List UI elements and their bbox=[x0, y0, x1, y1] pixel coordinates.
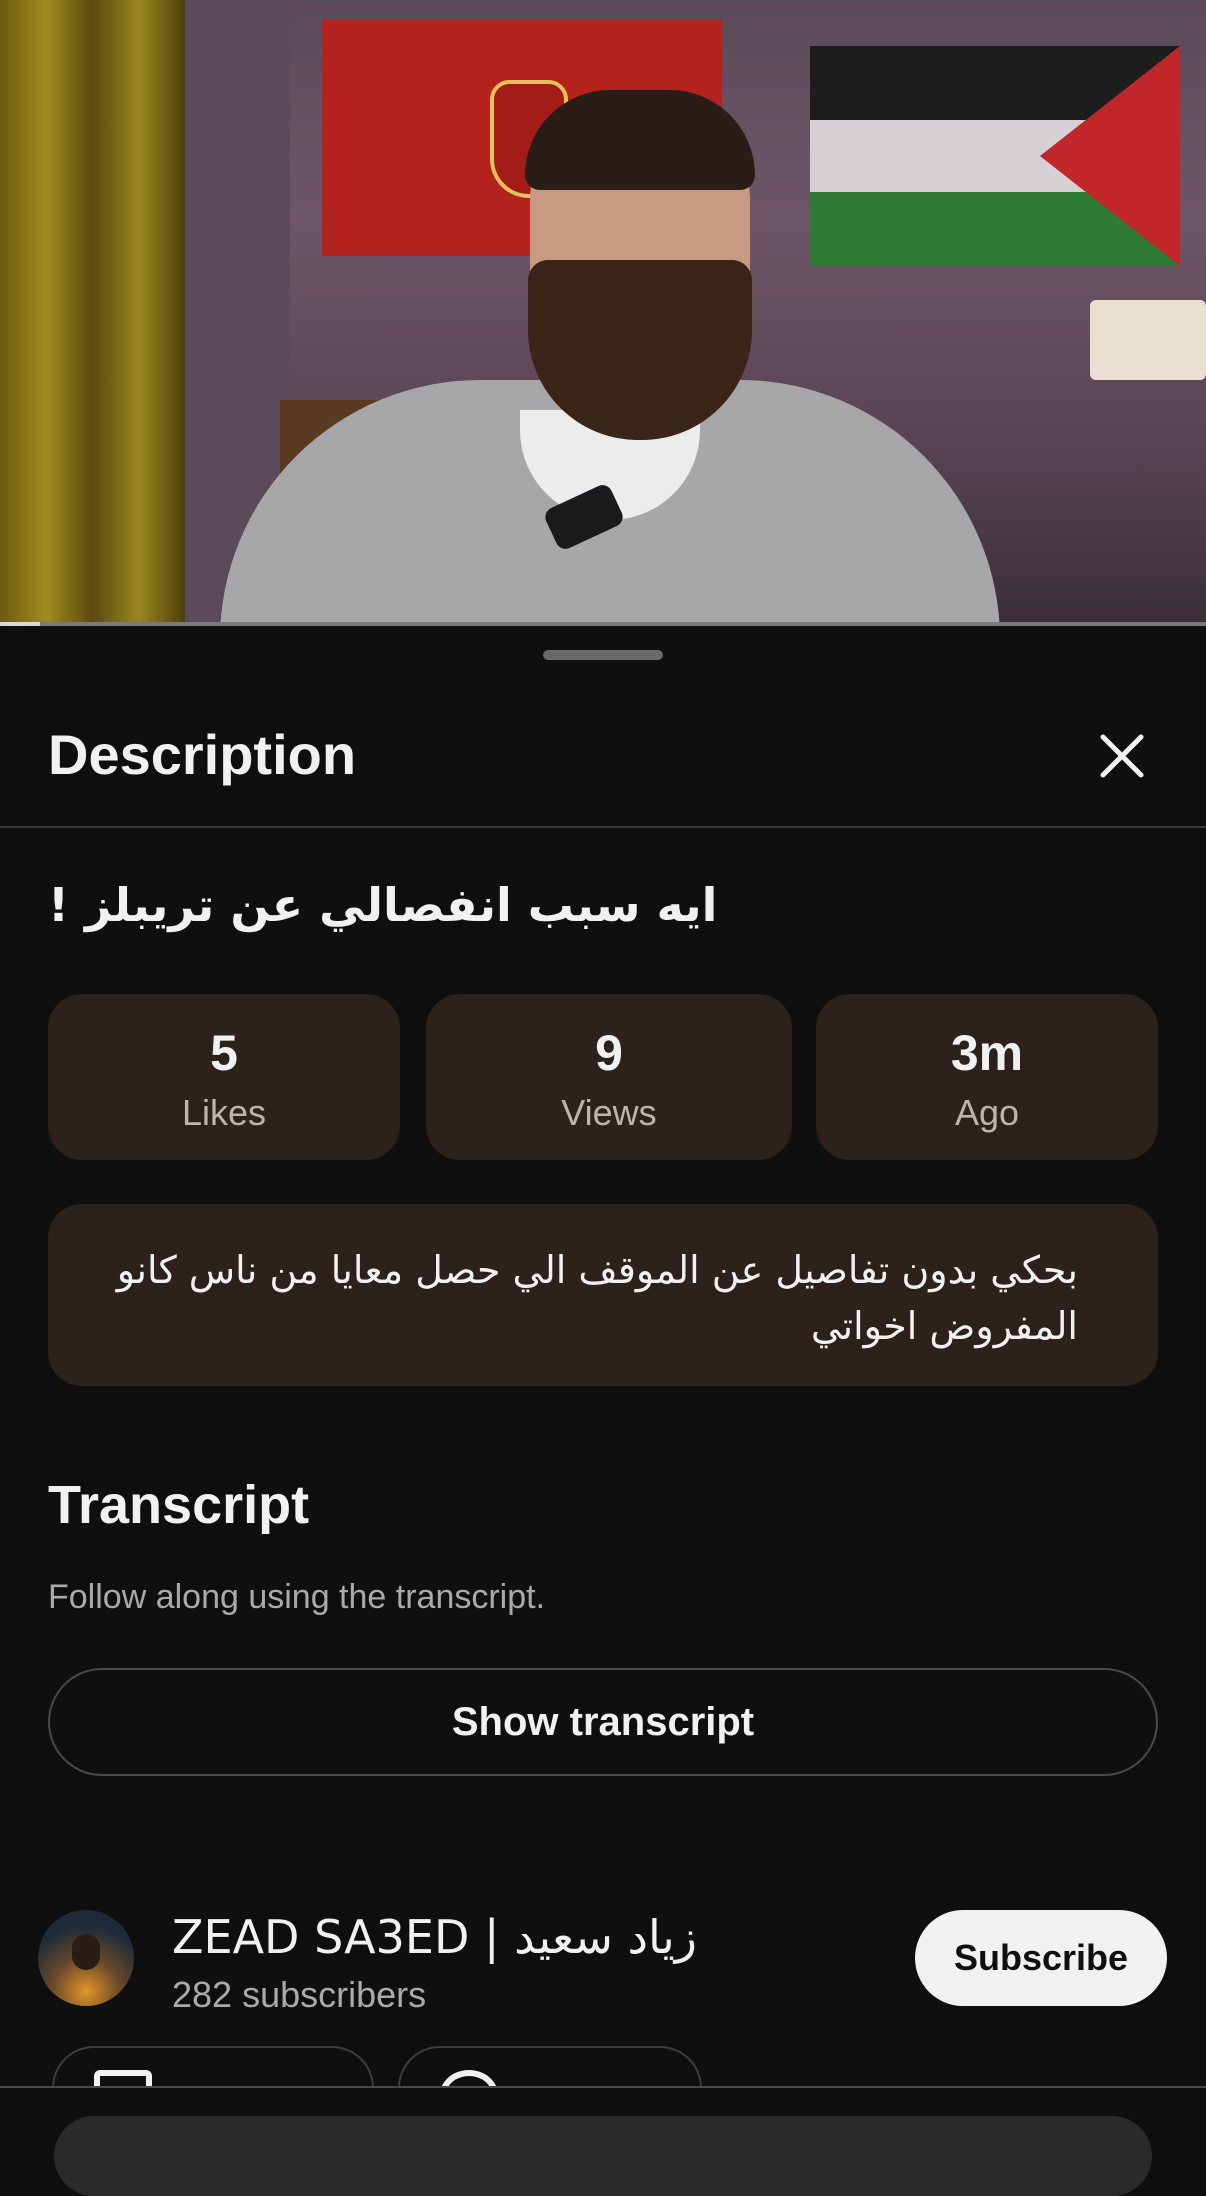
description-box[interactable]: بحكي بدون تفاصيل عن الموقف الي حصل معايا… bbox=[48, 1204, 1158, 1386]
video-frame-curtain bbox=[0, 0, 185, 626]
channel-row[interactable]: ZEAD SA3ED | زياد سعيد 282 subscribers S… bbox=[0, 1910, 1206, 2030]
likes-count: 5 bbox=[210, 1025, 238, 1081]
video-player[interactable] bbox=[0, 0, 1206, 626]
date-label: Ago bbox=[954, 1092, 1020, 1133]
views-stat: 9 Views bbox=[426, 994, 792, 1160]
description-sheet: Description ايه سبب انفصالي عن تريبلز ! … bbox=[0, 628, 1206, 2196]
description-text: بحكي بدون تفاصيل عن الموقف الي حصل معايا… bbox=[116, 1248, 1078, 1348]
transcript-heading: Transcript bbox=[48, 1475, 310, 1535]
video-title: ايه سبب انفصالي عن تريبلز ! bbox=[48, 878, 718, 932]
transcript-subtext: Follow along using the transcript. bbox=[48, 1578, 546, 1616]
video-progress-bar[interactable] bbox=[0, 622, 1206, 626]
channel-name[interactable]: ZEAD SA3ED | زياد سعيد bbox=[172, 1910, 697, 1964]
subscribe-button[interactable]: Subscribe bbox=[915, 1910, 1167, 2006]
video-frame-lamp bbox=[1090, 300, 1206, 380]
views-label: Views bbox=[561, 1092, 657, 1133]
sheet-drag-handle[interactable] bbox=[543, 650, 663, 660]
likes-label: Likes bbox=[181, 1092, 267, 1133]
subscriber-count: 282 subscribers bbox=[172, 1974, 427, 2015]
sheet-divider bbox=[0, 826, 1206, 828]
close-button[interactable] bbox=[1090, 724, 1154, 788]
close-icon bbox=[1100, 734, 1144, 778]
video-frame-flag bbox=[810, 46, 1180, 266]
date-stat: 3m Ago bbox=[816, 994, 1158, 1160]
show-transcript-button[interactable]: Show transcript bbox=[48, 1668, 1158, 1776]
date-value: 3m bbox=[950, 1025, 1024, 1081]
views-count: 9 bbox=[595, 1025, 623, 1081]
video-progress-fill bbox=[0, 622, 40, 626]
channel-avatar[interactable] bbox=[38, 1910, 134, 2006]
sheet-title: Description bbox=[48, 723, 357, 786]
likes-stat: 5 Likes bbox=[48, 994, 400, 1160]
comment-input-bar[interactable] bbox=[54, 2116, 1152, 2196]
